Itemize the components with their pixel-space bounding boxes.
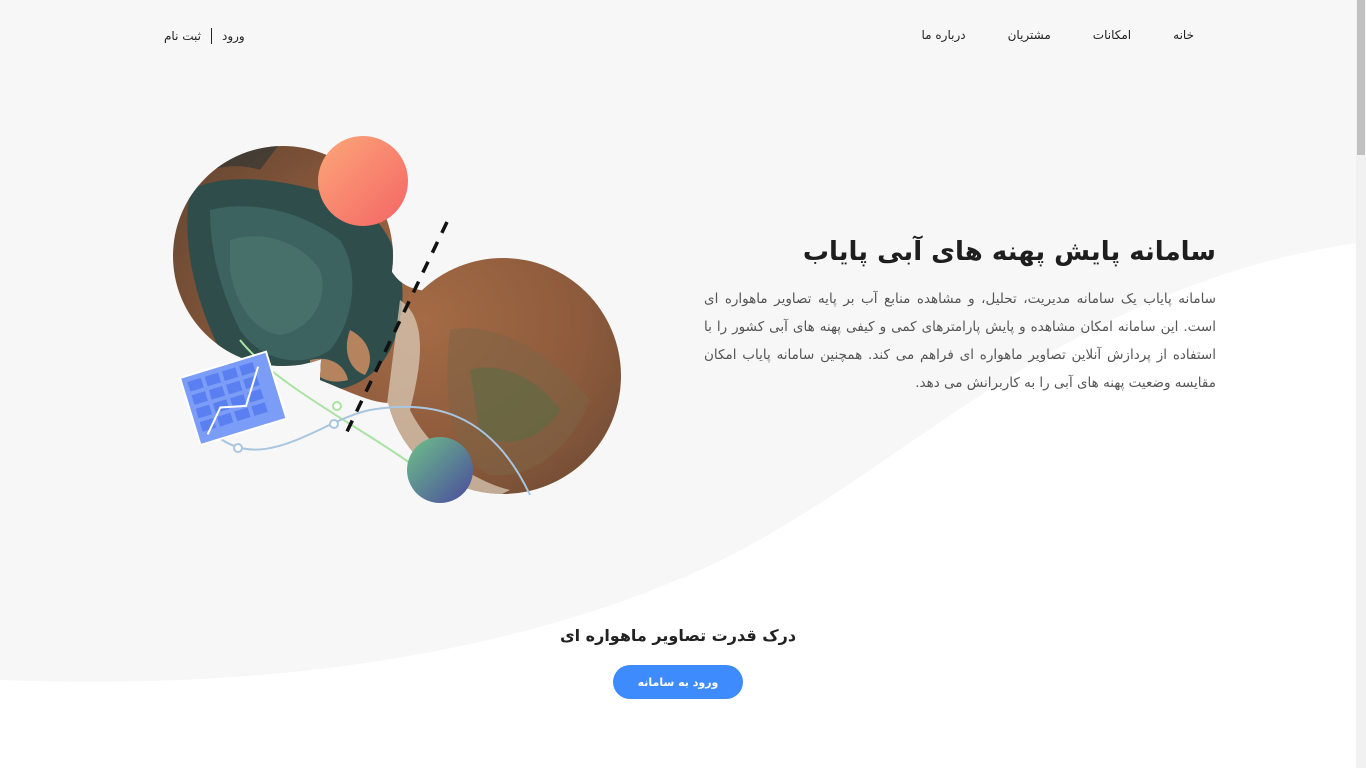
nav-about[interactable]: درباره ما xyxy=(921,28,965,42)
hero-illustration xyxy=(173,136,621,503)
auth-links: ثبت نام ورود xyxy=(164,28,245,44)
nav-features[interactable]: امکانات xyxy=(1093,28,1131,42)
hero-description: سامانه پایاب یک سامانه مدیریت، تحلیل، و … xyxy=(704,291,1216,391)
nav-customers[interactable]: مشتریان xyxy=(1008,28,1051,42)
enter-system-button[interactable]: ورود به سامانه xyxy=(613,665,743,699)
cta-title: درک قدرت تصاویر ماهواره ای xyxy=(559,626,797,645)
nav-home[interactable]: خانه xyxy=(1173,28,1194,42)
login-link[interactable]: ورود xyxy=(222,29,245,43)
scrollbar-thumb[interactable] xyxy=(1357,0,1365,155)
map-tile-icon xyxy=(178,350,288,447)
auth-divider xyxy=(210,28,212,44)
page-scrollbar[interactable] xyxy=(1356,0,1366,768)
globe-circle xyxy=(407,437,473,503)
main-nav: خانه امکانات مشتریان درباره ما xyxy=(921,28,1194,42)
register-link[interactable]: ثبت نام xyxy=(164,29,201,43)
hero-title: سامانه پایش پهنه های آبی پایاب xyxy=(802,237,1216,267)
sun-circle xyxy=(318,136,408,226)
